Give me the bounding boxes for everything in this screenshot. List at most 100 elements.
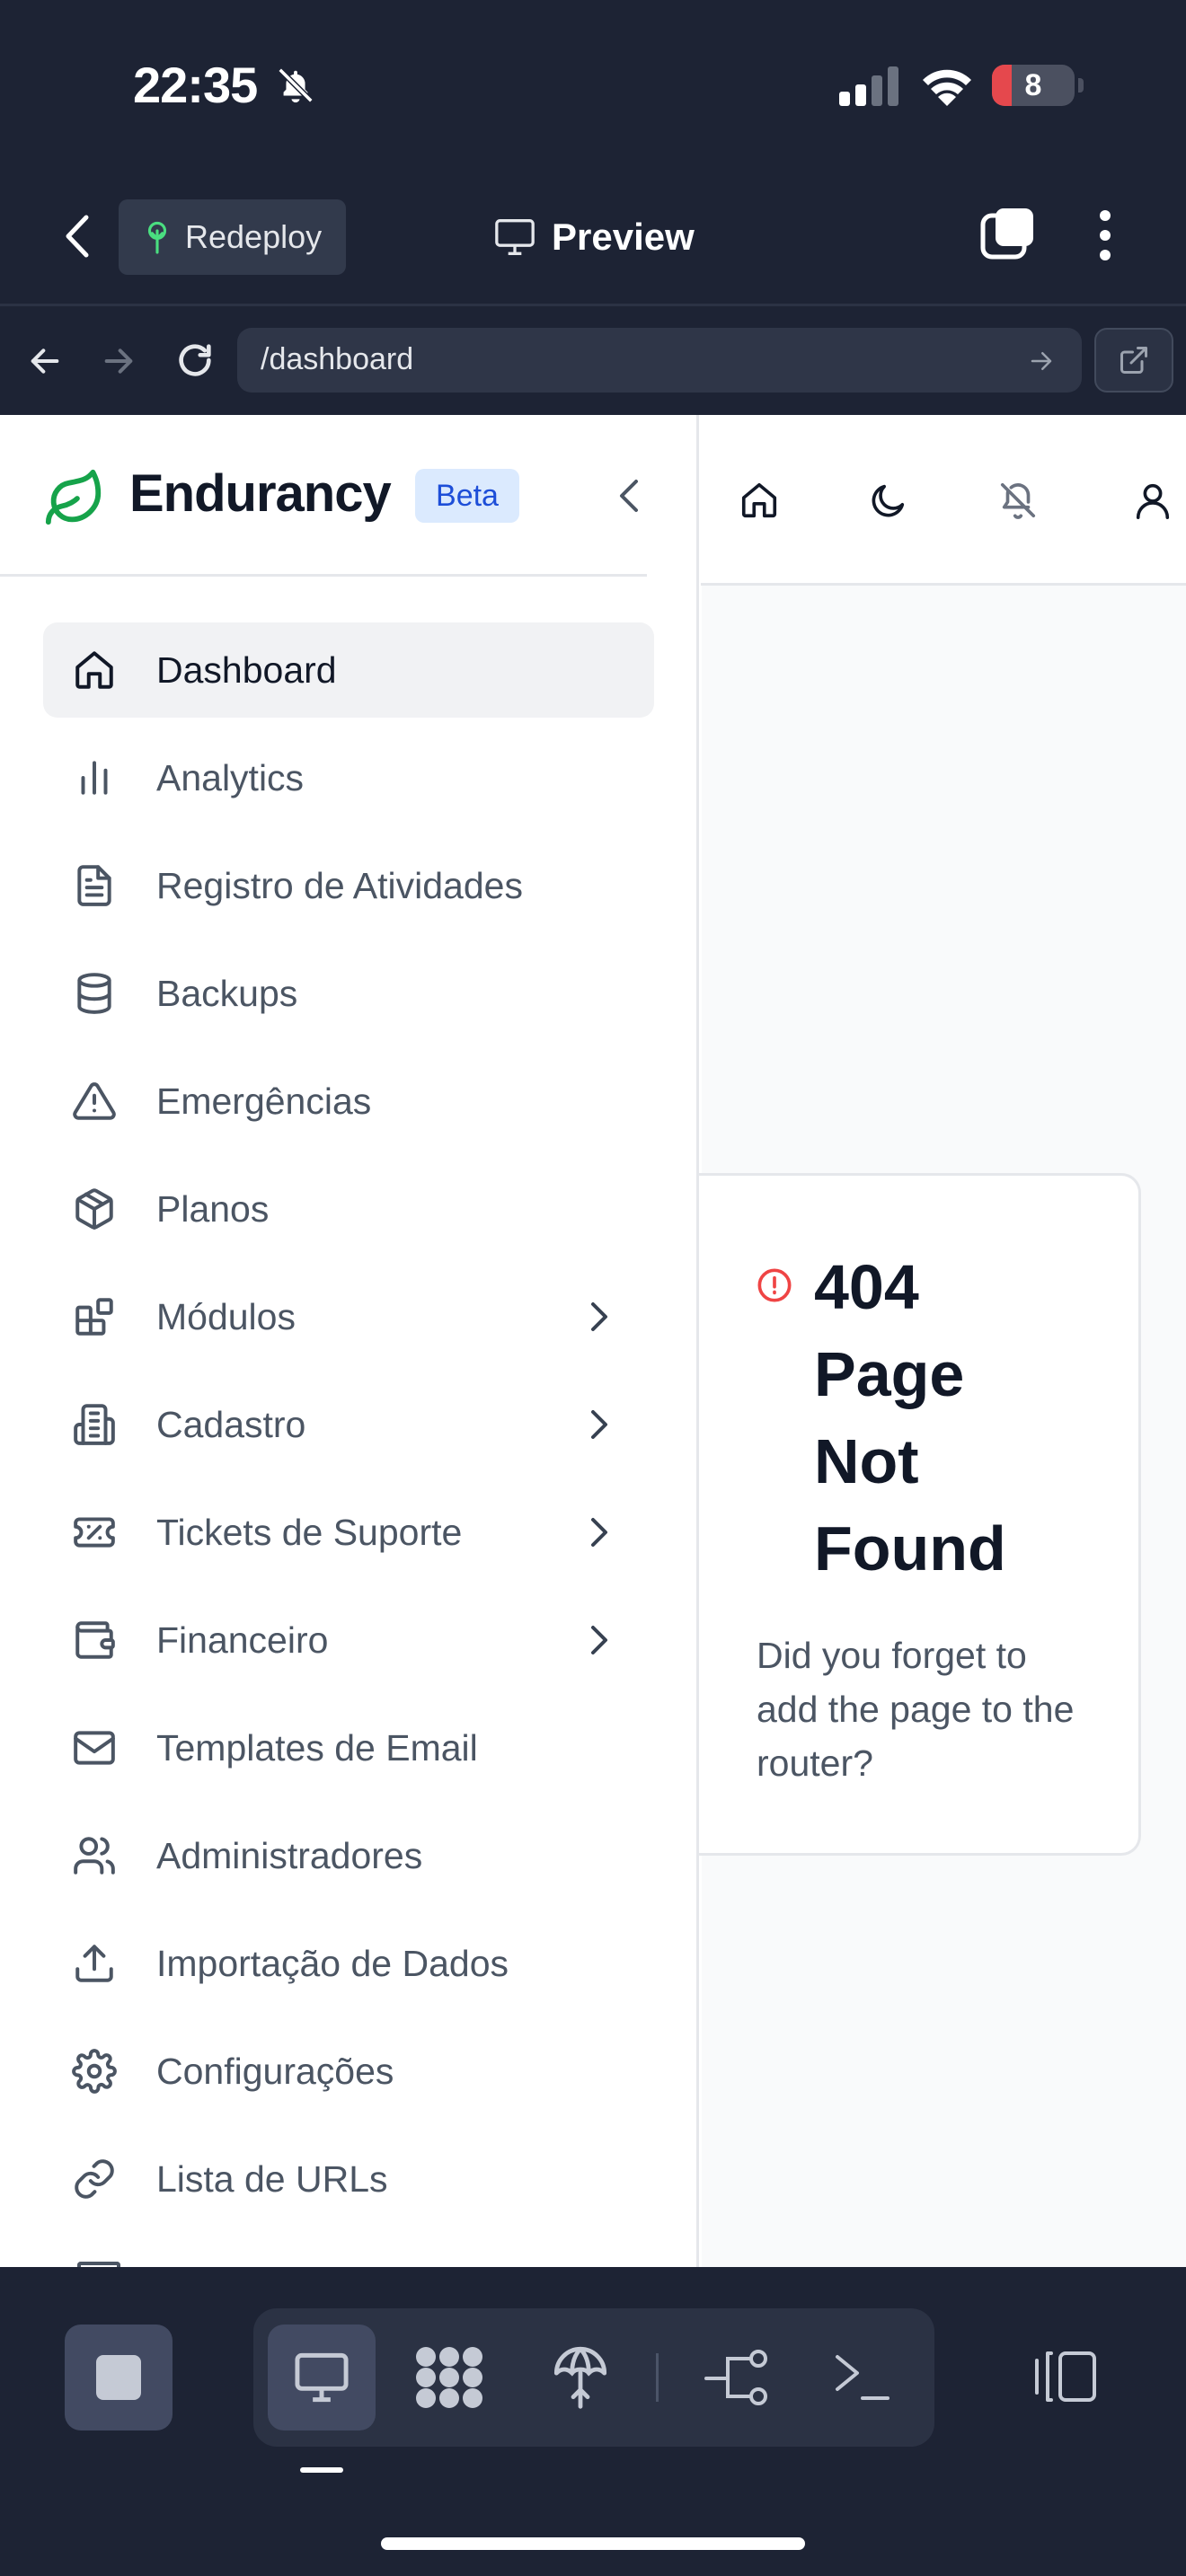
browser-forward-icon[interactable] <box>101 343 137 379</box>
ticket-icon <box>72 1510 117 1555</box>
open-external-button[interactable] <box>1094 328 1173 393</box>
beta-badge: Beta <box>415 469 519 523</box>
user-icon[interactable] <box>1132 480 1173 521</box>
external-link-icon <box>1118 344 1150 376</box>
building-icon <box>72 1402 117 1447</box>
url-text: /dashboard <box>261 342 414 376</box>
reload-icon[interactable] <box>174 340 216 381</box>
sidebar-item-emergencias[interactable]: Emergências <box>43 1054 654 1149</box>
sidebar: Endurancy Beta Dashboard Analytics Regis… <box>0 415 699 2267</box>
sidebar-item-label: Analytics <box>156 757 305 798</box>
status-time: 22:35 <box>133 57 258 113</box>
chevron-right-icon <box>586 1301 613 1333</box>
battery-indicator: 8 <box>992 65 1084 106</box>
sidebar-item-label: Registro de Atividades <box>156 865 523 906</box>
leaf-logo-icon <box>43 467 106 530</box>
brand-name: Endurancy <box>129 464 392 523</box>
sidebar-item-label: Cadastro <box>156 1404 306 1445</box>
alert-circle-icon <box>757 1267 792 1303</box>
deploy-icon[interactable] <box>552 2344 609 2409</box>
redeploy-label: Redeploy <box>185 218 323 255</box>
stop-button[interactable] <box>65 2325 173 2430</box>
stop-icon <box>96 2355 141 2400</box>
workflow-icon[interactable] <box>415 2346 483 2409</box>
home-icon <box>72 648 117 693</box>
sidebar-item-label: Templates de Email <box>156 1727 478 1769</box>
split-view-icon[interactable] <box>1031 2348 1100 2405</box>
sidebar-item-templates-de-email[interactable]: Templates de Email <box>43 1700 654 1795</box>
package-icon <box>72 1187 117 1231</box>
sidebar-item-label: Backups <box>156 973 298 1014</box>
sidebar-item-label: Configurações <box>156 2051 394 2092</box>
sidebar-item-analytics[interactable]: Analytics <box>43 730 654 825</box>
preview-label: Preview <box>552 216 695 258</box>
sidebar-header: Endurancy Beta <box>0 415 647 577</box>
preview-tool-button[interactable] <box>268 2325 376 2430</box>
bar-chart-icon <box>72 755 117 800</box>
active-tab-indicator <box>300 2467 343 2473</box>
back-icon[interactable] <box>59 212 95 260</box>
chevron-right-icon <box>586 1408 613 1441</box>
home-icon[interactable] <box>739 480 780 521</box>
sidebar-item-label: Lista de URLs <box>156 2158 388 2200</box>
sidebar-item-partial <box>77 2262 120 2267</box>
webview: 404 Page Not Found Did you forget to add… <box>0 415 1186 2267</box>
sidebar-item-importacao-de-dados[interactable]: Importação de Dados <box>43 1916 654 2011</box>
not-found-title: 404 Page Not Found <box>814 1252 1006 1584</box>
terminal-icon[interactable] <box>834 2351 890 2404</box>
git-branch-icon[interactable] <box>704 2348 769 2407</box>
gear-icon <box>72 2049 117 2094</box>
sidebar-item-configuracoes[interactable]: Configurações <box>43 2024 654 2119</box>
not-found-card: 404 Page Not Found Did you forget to add… <box>699 1173 1141 1856</box>
sidebar-item-planos[interactable]: Planos <box>43 1161 654 1257</box>
sidebar-item-label: Importação de Dados <box>156 1943 509 1984</box>
sidebar-item-cadastro[interactable]: Cadastro <box>43 1377 654 1472</box>
sidebar-item-dashboard[interactable]: Dashboard <box>43 622 654 718</box>
database-icon <box>72 971 117 1016</box>
toolbar-separator <box>656 2353 659 2402</box>
sidebar-item-modulos[interactable]: Módulos <box>43 1269 654 1364</box>
cellular-signal-icon <box>839 66 900 106</box>
chevron-right-icon <box>586 1624 613 1656</box>
mail-icon <box>72 1725 117 1770</box>
redeploy-button[interactable]: Redeploy <box>119 199 346 275</box>
sidebar-item-administradores[interactable]: Administradores <box>43 1808 654 1903</box>
sidebar-item-label: Módulos <box>156 1296 296 1337</box>
sidebar-item-label: Emergências <box>156 1081 372 1122</box>
alert-triangle-icon <box>72 1079 117 1124</box>
tabs-icon[interactable] <box>979 205 1037 262</box>
browser-back-icon[interactable] <box>27 343 63 379</box>
sidebar-item-label: Tickets de Suporte <box>156 1512 463 1553</box>
notifications-off-icon[interactable] <box>997 480 1039 521</box>
monitor-icon <box>492 217 537 257</box>
users-icon <box>72 1833 117 1878</box>
bell-off-icon <box>275 65 316 106</box>
file-text-icon <box>72 863 117 908</box>
sidebar-item-tickets-de-suporte[interactable]: Tickets de Suporte <box>43 1485 654 1580</box>
sidebar-item-label: Administradores <box>156 1835 423 1876</box>
sidebar-item-backups[interactable]: Backups <box>43 946 654 1041</box>
tool-group <box>253 2308 934 2447</box>
upload-icon <box>72 1941 117 1986</box>
sidebar-item-label: Financeiro <box>156 1619 329 1661</box>
wallet-icon <box>72 1618 117 1663</box>
go-arrow-icon[interactable] <box>1028 348 1055 375</box>
sidebar-item-financeiro[interactable]: Financeiro <box>43 1592 654 1688</box>
sidebar-item-lista-de-urls[interactable]: Lista de URLs <box>43 2131 654 2227</box>
blocks-icon <box>72 1294 117 1339</box>
sidebar-item-registro-de-atividades[interactable]: Registro de Atividades <box>43 838 654 933</box>
sidebar-item-label: Dashboard <box>156 649 337 691</box>
moon-icon[interactable] <box>868 480 909 521</box>
url-input[interactable]: /dashboard <box>237 328 1082 393</box>
home-indicator[interactable] <box>381 2537 805 2550</box>
link-icon <box>72 2157 117 2201</box>
more-menu-icon[interactable] <box>1094 208 1116 262</box>
monitor-icon <box>293 2350 350 2405</box>
wifi-icon <box>920 65 974 106</box>
collapse-sidebar-icon[interactable] <box>611 476 647 516</box>
not-found-message: Did you forget to add the page to the ro… <box>757 1635 1075 1784</box>
urlbar-divider <box>0 304 1186 306</box>
redeploy-icon <box>142 220 173 254</box>
top-icon-bar <box>701 415 1186 586</box>
preview-title: Preview <box>492 208 695 266</box>
